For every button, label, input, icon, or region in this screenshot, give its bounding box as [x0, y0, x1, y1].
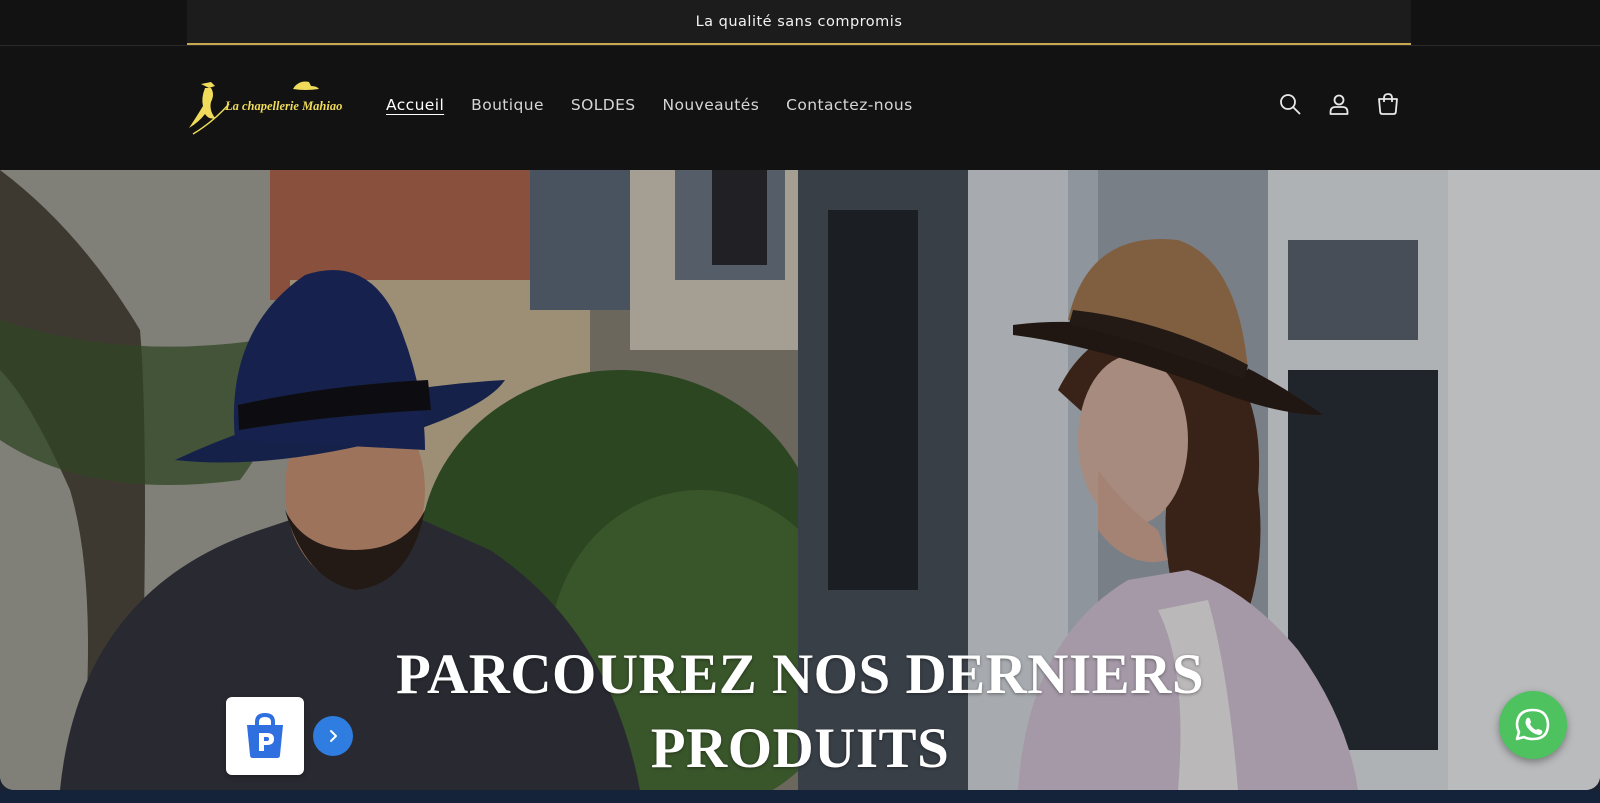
nav-item-accueil[interactable]: Accueil [386, 96, 444, 114]
hero-title: PARCOUREZ NOS DERNIERS PRODUITS [300, 638, 1300, 786]
header-icons [1276, 90, 1402, 118]
nav-item-soldes[interactable]: SOLDES [571, 96, 636, 114]
hero-title-line2: PRODUITS [650, 717, 950, 780]
shopping-bag-p-icon [247, 713, 283, 758]
whatsapp-icon [1515, 708, 1550, 741]
announcement-text: La qualité sans compromis [695, 13, 903, 30]
hero-title-line1: PARCOUREZ NOS DERNIERS [395, 643, 1205, 706]
cart-icon[interactable] [1374, 90, 1402, 118]
main-nav: Accueil Boutique SOLDES Nouveautés Conta… [386, 96, 913, 114]
search-icon[interactable] [1276, 90, 1304, 118]
announcement-inner: La qualité sans compromis [187, 0, 1411, 45]
nav-item-nouveautes[interactable]: Nouveautés [663, 96, 760, 114]
shop-app-badge[interactable] [226, 697, 304, 775]
account-icon[interactable] [1325, 90, 1353, 118]
logo-text: La chapellerie Mahiaoui [224, 99, 343, 113]
badge-next-button[interactable] [313, 716, 353, 756]
page-bottom-strip [0, 790, 1600, 803]
chevron-right-icon [330, 730, 337, 742]
nav-item-contact[interactable]: Contactez-nous [786, 96, 912, 114]
site-header: La chapellerie Mahiaoui Accueil Boutique… [0, 46, 1600, 170]
whatsapp-chat-button[interactable] [1499, 691, 1567, 759]
announcement-bar: La qualité sans compromis [0, 0, 1600, 46]
nav-item-boutique[interactable]: Boutique [471, 96, 544, 114]
brand-logo[interactable]: La chapellerie Mahiaoui [187, 76, 353, 136]
